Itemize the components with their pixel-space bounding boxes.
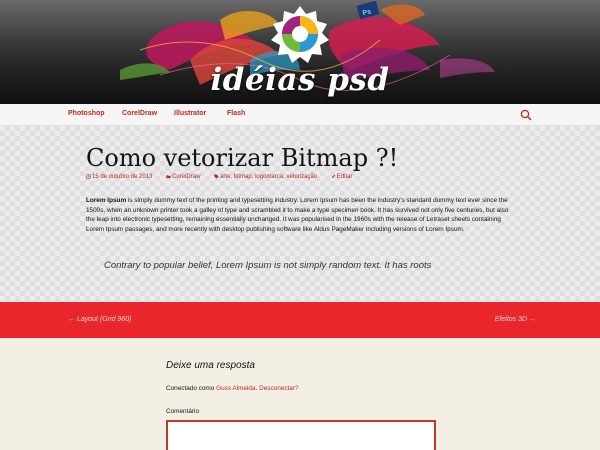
reply-title: Deixe uma resposta — [166, 360, 255, 371]
nav-item-flash[interactable]: Flash — [227, 110, 245, 117]
folder-icon — [166, 175, 171, 179]
logout-link[interactable]: Desconectar? — [259, 385, 298, 392]
main-nav: Photoshop CorelDraw Illustrator Flash — [0, 104, 600, 126]
edit-label: Editar — [336, 174, 353, 180]
site-title[interactable]: idéias psd — [0, 62, 600, 98]
logo-icon — [271, 6, 329, 63]
post-quote: Contrary to popular belief, Lorem Ipsum … — [104, 260, 432, 271]
pencil-icon — [331, 174, 336, 179]
post-navigation: ← Layout (Grid 960) Efeitos 3D → — [0, 302, 600, 338]
logged-in-prefix: Conectado como — [166, 385, 217, 392]
nav-item-photoshop[interactable]: Photoshop — [68, 110, 105, 117]
user-profile-link[interactable]: Guss Almeida — [216, 385, 255, 392]
comment-section: Deixe uma resposta Conectado como Guss A… — [0, 338, 600, 450]
edit-link[interactable]: Editar — [331, 174, 359, 180]
content-lead: Lorem Ipsum — [86, 197, 127, 204]
post-title: Como vetorizar Bitmap ?! — [86, 144, 399, 172]
nav-item-coreldraw[interactable]: CorelDraw — [122, 110, 157, 117]
next-post-link[interactable]: Efeitos 3D → — [495, 316, 536, 323]
post-category-link[interactable]: CorelDraw — [166, 174, 208, 180]
tag-icon — [214, 174, 219, 179]
post-category: CorelDraw — [172, 174, 201, 180]
logged-in-as: Conectado como Guss Almeida. Desconectar… — [166, 385, 299, 392]
post-meta: 15 de outubro de 2013 CorelDraw arte, bi… — [86, 174, 364, 180]
comment-label: Comentário — [166, 408, 200, 415]
post-content: Lorem Ipsum is simply dummy text of the … — [86, 196, 514, 234]
post-date-link[interactable]: 15 de outubro de 2013 — [86, 174, 160, 180]
nav-item-illustrator[interactable]: Illustrator — [174, 110, 206, 117]
site-header: Ps idéias psd — [0, 0, 600, 104]
photoshop-icon: Ps — [356, 0, 380, 20]
clock-icon — [86, 174, 91, 179]
article: Como vetorizar Bitmap ?! 15 de outubro d… — [0, 126, 600, 302]
post-tags-link[interactable]: arte, bitmap, logomarca, vetorização — [214, 174, 325, 180]
content-text: is simply dummy text of the printing and… — [86, 197, 509, 233]
previous-post-link[interactable]: ← Layout (Grid 960) — [68, 316, 131, 323]
comment-textarea[interactable] — [166, 420, 436, 450]
search-icon[interactable] — [520, 109, 532, 121]
post-tags: arte, bitmap, logomarca, vetorização — [220, 174, 318, 180]
post-date: 15 de outubro de 2013 — [92, 174, 153, 180]
